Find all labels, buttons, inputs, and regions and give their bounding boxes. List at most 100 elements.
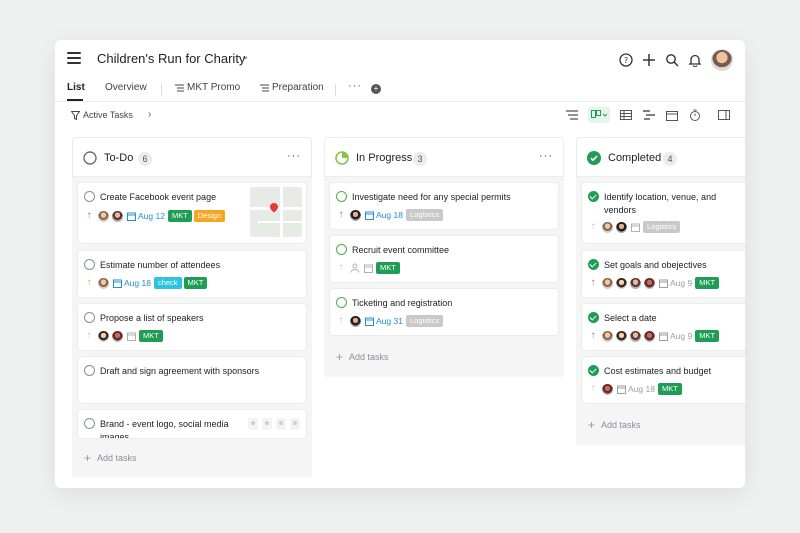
task-checkbox[interactable] [84, 312, 95, 323]
priority-none-icon: ↑ [86, 330, 92, 341]
due-date[interactable]: Aug 18 [113, 278, 151, 288]
help-icon[interactable]: ? [619, 53, 633, 67]
more-tabs-button[interactable]: ··· [348, 80, 362, 92]
due-date[interactable]: Aug 18 [365, 210, 403, 220]
task-card[interactable]: Identify location, venue, and vendors ↑ … [582, 183, 745, 243]
column-more-button[interactable]: ··· [287, 150, 301, 162]
column-more-button[interactable]: ··· [539, 150, 553, 162]
task-title-line: Identify location, venue, and [604, 192, 717, 202]
due-date-text: Aug 9 [670, 331, 693, 341]
tag-check: check [153, 277, 182, 289]
task-checkbox[interactable] [84, 259, 95, 270]
todo-status-icon [83, 151, 97, 165]
due-date[interactable]: Aug 18 [617, 384, 655, 394]
task-title: Create Facebook event page [100, 192, 217, 202]
project-title[interactable]: Children's Run for Charity [97, 51, 245, 66]
avatar [111, 329, 124, 343]
due-date[interactable]: Aug 9 [659, 278, 692, 288]
menu-icon[interactable] [67, 52, 81, 64]
due-date-empty[interactable] [127, 332, 136, 341]
calendar-view-icon[interactable] [665, 108, 679, 122]
priority-none-icon: ↑ [338, 262, 344, 273]
due-date-empty[interactable] [364, 264, 373, 273]
task-card[interactable]: Recruit event committee ↑ MKT [330, 236, 558, 282]
task-card[interactable]: Select a date ↑ Aug 9 MKT [582, 304, 745, 350]
column-header: Completed 4 [576, 137, 745, 177]
gantt-view-icon[interactable] [642, 108, 656, 122]
task-card[interactable]: Ticketing and registration ↑ Aug 31 Logi… [330, 289, 558, 335]
tag-mkt: MKT [139, 330, 163, 342]
plus-icon[interactable] [642, 53, 656, 67]
task-checkbox[interactable] [84, 365, 95, 376]
task-card[interactable]: Brand - event logo, social media images [78, 410, 306, 438]
plus-icon: + [588, 418, 596, 432]
tab-overview[interactable]: Overview [105, 82, 147, 93]
task-checkbox-checked[interactable] [588, 259, 599, 270]
map-thumbnail [250, 187, 302, 237]
add-tab-button[interactable]: + [371, 84, 381, 94]
svg-text:?: ? [624, 56, 628, 65]
map-road [280, 187, 283, 237]
due-date-empty[interactable] [631, 223, 640, 232]
task-card[interactable]: Create Facebook event page ↑ Aug 12 MKT … [78, 183, 306, 243]
task-card[interactable]: Cost estimates and budget ↑ Aug 18 MKT [582, 357, 745, 403]
task-checkbox[interactable] [336, 191, 347, 202]
priority-high-icon: ↑ [86, 210, 92, 221]
add-task-button[interactable]: + Add tasks [336, 350, 389, 364]
add-task-button[interactable]: + Add tasks [588, 418, 641, 432]
assignee-empty-icon[interactable] [349, 263, 361, 273]
sort-icon[interactable] [565, 108, 579, 122]
attachment-thumbnails [248, 418, 300, 430]
task-checkbox[interactable] [84, 418, 95, 429]
table-view-icon[interactable] [619, 108, 633, 122]
add-task-label: Add tasks [601, 420, 641, 430]
due-date[interactable]: Aug 9 [659, 331, 692, 341]
task-checkbox-checked[interactable] [588, 191, 599, 202]
column-count: 4 [663, 152, 677, 166]
avatar [601, 382, 614, 396]
filter-button[interactable]: Active Tasks [71, 110, 133, 120]
map-pin-icon [268, 201, 280, 213]
add-task-button[interactable]: + Add tasks [84, 451, 137, 465]
column-todo: To-Do 6 ··· Create Facebook event page ↑… [72, 137, 312, 477]
task-checkbox-checked[interactable] [588, 365, 599, 376]
task-card[interactable]: Draft and sign agreement with sponsors [78, 357, 306, 403]
completed-status-icon [587, 151, 601, 165]
panel-toggle-icon[interactable] [717, 108, 731, 122]
tab-preparation[interactable]: Preparation [260, 82, 324, 93]
search-icon[interactable] [665, 53, 679, 67]
board-view-icon[interactable] [588, 107, 610, 123]
tag-mkt: MKT [695, 277, 720, 289]
user-avatar[interactable] [711, 49, 733, 71]
tab-list[interactable]: List [67, 82, 85, 93]
task-meta: ↑ Aug 9 MKT [588, 329, 720, 343]
task-card[interactable]: Set goals and obejectives ↑ Aug 9 MKT [582, 251, 745, 297]
tag-mkt: MKT [167, 210, 192, 222]
tab-mkt-promo[interactable]: MKT Promo [175, 82, 240, 93]
avatar [97, 276, 110, 290]
avatar [97, 209, 110, 223]
avatar [111, 209, 124, 223]
task-checkbox-checked[interactable] [588, 312, 599, 323]
avatar [615, 329, 628, 343]
timer-icon[interactable] [688, 108, 702, 122]
task-title: Identify location, venue, and vendors [604, 191, 716, 217]
task-card[interactable]: Estimate number of attendees ↑ Aug 18 ch… [78, 251, 306, 297]
task-checkbox[interactable] [84, 191, 95, 202]
task-checkbox[interactable] [336, 297, 347, 308]
task-checkbox[interactable] [336, 244, 347, 255]
calendar-icon [127, 332, 136, 341]
priority-high-icon: ↑ [590, 277, 596, 288]
due-date[interactable]: Aug 31 [365, 316, 403, 326]
due-date[interactable]: Aug 12 [127, 211, 165, 221]
tag-logistics: Logistics [405, 209, 444, 221]
tag-mkt: MKT [695, 330, 720, 342]
bell-icon[interactable] [688, 53, 702, 67]
task-title: Select a date [604, 313, 657, 323]
task-card[interactable]: Propose a list of speakers ↑ MKT [78, 304, 306, 350]
task-card[interactable]: Investigate need for any special permits… [330, 183, 558, 229]
task-title: Brand - event logo, social media images [100, 419, 229, 438]
chevron-right-icon[interactable]: › [148, 109, 151, 120]
priority-none-icon: ↑ [590, 383, 596, 394]
chevron-down-icon[interactable]: ⌄ [241, 51, 249, 62]
